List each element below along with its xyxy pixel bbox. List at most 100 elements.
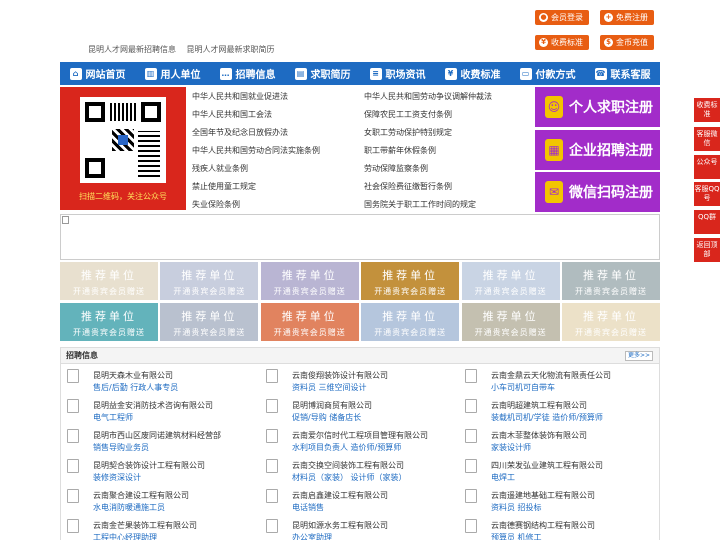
- recommend-slot[interactable]: 推荐单位 开通贵宾会员赠送: [60, 303, 158, 341]
- job-positions-link[interactable]: 工程中心经理助理: [93, 532, 157, 540]
- company-name-link[interactable]: 云南遥建地基础工程有限公司: [491, 490, 595, 501]
- recommend-slot[interactable]: 推荐单位 开通贵宾会员赠送: [260, 262, 359, 300]
- nav-contact[interactable]: ☎ 联系客服: [585, 62, 660, 85]
- side-float-button[interactable]: 收费标准: [694, 98, 720, 122]
- company-logo[interactable]: [465, 519, 477, 533]
- company-logo[interactable]: [465, 459, 477, 473]
- company-name-link[interactable]: 云南金芒果装饰工程有限公司: [93, 520, 197, 531]
- law-link[interactable]: 失业保险条例: [192, 199, 240, 210]
- job-positions-link[interactable]: 预算员 机修工: [491, 532, 542, 540]
- law-link[interactable]: 女职工劳动保护特别规定: [364, 127, 452, 138]
- nav-resumes[interactable]: ▤ 求职简历: [285, 62, 360, 85]
- job-positions-link[interactable]: 办公室助理: [292, 532, 332, 540]
- nav-payment[interactable]: ▭ 付款方式: [510, 62, 585, 85]
- company-name-link[interactable]: 昆明博润商贸有限公司: [292, 400, 372, 411]
- law-link[interactable]: 中华人民共和国就业促进法: [192, 91, 288, 102]
- pricing-button[interactable]: ¥ 收费标准: [535, 35, 589, 50]
- law-link[interactable]: 中华人民共和国劳动争议调解仲裁法: [364, 91, 492, 102]
- company-name-link[interactable]: 云南启鑫建设工程有限公司: [292, 490, 388, 501]
- job-positions-link[interactable]: 水利项目负责人 造价师/预算师: [292, 442, 401, 453]
- job-positions-link[interactable]: 装修资深设计: [93, 472, 141, 483]
- law-link[interactable]: 社会保险费征缴暂行条例: [364, 181, 452, 192]
- job-positions-link[interactable]: 电话销售: [292, 502, 324, 513]
- company-name-link[interactable]: 四川荣发弘业建筑工程有限公司: [491, 460, 603, 471]
- company-logo[interactable]: [266, 459, 278, 473]
- wechat-register-button[interactable]: ✉ 微信扫码注册: [535, 172, 660, 212]
- recommend-slot[interactable]: 推荐单位 开通贵宾会员赠送: [160, 262, 259, 300]
- company-name-link[interactable]: 云南聚合建设工程有限公司: [93, 490, 189, 501]
- company-logo[interactable]: [266, 489, 278, 503]
- law-link[interactable]: 职工带薪年休假条例: [364, 145, 436, 156]
- company-name-link[interactable]: 云南木菲整体装饰有限公司: [491, 430, 587, 441]
- law-link[interactable]: 国务院关于职工工作时间的规定: [364, 199, 476, 210]
- company-logo[interactable]: [465, 489, 477, 503]
- ad-banner[interactable]: [60, 214, 660, 260]
- more-link[interactable]: 更多>>: [624, 351, 653, 361]
- recommend-slot[interactable]: 推荐单位 开通贵宾会员赠送: [461, 262, 560, 300]
- nav-jobs[interactable]: … 招聘信息: [210, 62, 285, 85]
- job-positions-link[interactable]: 电焊工: [491, 472, 515, 483]
- recommend-slot[interactable]: 推荐单位 开通贵宾会员赠送: [361, 303, 460, 341]
- recommend-slot[interactable]: 推荐单位 开通贵宾会员赠送: [562, 303, 660, 341]
- register-button[interactable]: + 免费注册: [600, 10, 654, 25]
- company-register-button[interactable]: ▦ 企业招聘注册: [535, 130, 660, 170]
- company-name-link[interactable]: 云南交换空间装饰工程有限公司: [292, 460, 404, 471]
- recharge-button[interactable]: $ 金币充值: [600, 35, 654, 50]
- company-name-link[interactable]: 云南俊翔装饰设计有限公司: [292, 370, 388, 381]
- company-name-link[interactable]: 昆明契合装饰设计工程有限公司: [93, 460, 205, 471]
- latest-resumes-link[interactable]: 昆明人才网最新求职简历: [187, 45, 275, 54]
- side-float-button[interactable]: 公众号: [694, 155, 720, 179]
- recommend-slot[interactable]: 推荐单位 开通贵宾会员赠送: [260, 303, 359, 341]
- law-link[interactable]: 中华人民共和国工会法: [192, 109, 272, 120]
- law-link[interactable]: 劳动保障监察条例: [364, 163, 428, 174]
- job-positions-link[interactable]: 装载机司机/学徒 造价师/预算师: [491, 412, 603, 423]
- company-logo[interactable]: [67, 489, 79, 503]
- company-logo[interactable]: [266, 429, 278, 443]
- company-logo[interactable]: [465, 369, 477, 383]
- company-name-link[interactable]: 昆明如源水务工程有限公司: [292, 520, 388, 531]
- company-name-link[interactable]: 云南明超建筑工程有限公司: [491, 400, 587, 411]
- company-name-link[interactable]: 云南爱尔信时代工程项目管理有限公司: [292, 430, 428, 441]
- nav-home[interactable]: ⌂ 网站首页: [60, 62, 135, 85]
- company-name-link[interactable]: 云南金鼎云天化物流有限责任公司: [491, 370, 611, 381]
- job-positions-link[interactable]: 家装设计师: [491, 442, 531, 453]
- law-link[interactable]: 中华人民共和国劳动合同法实施条例: [192, 145, 320, 156]
- company-logo[interactable]: [67, 399, 79, 413]
- company-logo[interactable]: [67, 429, 79, 443]
- job-positions-link[interactable]: 促销/导购 储备店长: [292, 412, 361, 423]
- recommend-slot[interactable]: 推荐单位 开通贵宾会员赠送: [461, 303, 560, 341]
- side-float-button[interactable]: 客服QQ号: [694, 182, 720, 206]
- company-logo[interactable]: [266, 519, 278, 533]
- company-logo[interactable]: [266, 369, 278, 383]
- law-link[interactable]: 禁止使用童工规定: [192, 181, 256, 192]
- job-positions-link[interactable]: 资料员 招投标: [491, 502, 542, 513]
- job-positions-link[interactable]: 小车司机可自带车: [491, 382, 555, 393]
- recommend-slot[interactable]: 推荐单位 开通贵宾会员赠送: [562, 262, 660, 300]
- job-seeker-register-button[interactable]: ☺ 个人求职注册: [535, 87, 660, 127]
- company-logo[interactable]: [465, 429, 477, 443]
- company-logo[interactable]: [67, 459, 79, 473]
- recommend-slot[interactable]: 推荐单位 开通贵宾会员赠送: [361, 262, 460, 300]
- job-positions-link[interactable]: 销售导购业务员: [93, 442, 149, 453]
- company-name-link[interactable]: 昆明市西山区废同诺建筑材料经营部: [93, 430, 221, 441]
- law-link[interactable]: 残疾人就业条例: [192, 163, 248, 174]
- job-positions-link[interactable]: 售后/后勤 行政人事专员: [93, 382, 178, 393]
- job-positions-link[interactable]: 材料员（家装） 设计师（家装）: [292, 472, 407, 483]
- job-positions-link[interactable]: 电气工程师: [93, 412, 133, 423]
- latest-jobs-link[interactable]: 昆明人才网最新招聘信息: [88, 45, 176, 54]
- law-link[interactable]: 全国年节及纪念日放假办法: [192, 127, 288, 138]
- company-name-link[interactable]: 昆明益金安消防技术咨询有限公司: [93, 400, 213, 411]
- recommend-slot[interactable]: 推荐单位 开通贵宾会员赠送: [60, 262, 158, 300]
- job-positions-link[interactable]: 资料员 三维空间设计: [292, 382, 367, 393]
- nav-employers[interactable]: ▥ 用人单位: [135, 62, 210, 85]
- side-float-button[interactable]: 返回顶部: [694, 238, 720, 262]
- company-name-link[interactable]: 云南德赛钢结构工程有限公司: [491, 520, 595, 531]
- side-float-button[interactable]: 客服微信: [694, 127, 720, 151]
- nav-news[interactable]: ≡ 职场资讯: [360, 62, 435, 85]
- company-logo[interactable]: [67, 369, 79, 383]
- company-name-link[interactable]: 昆明天森木业有限公司: [93, 370, 173, 381]
- login-button[interactable]: ● 会员登录: [535, 10, 589, 25]
- nav-pricing[interactable]: ¥ 收费标准: [435, 62, 510, 85]
- job-positions-link[interactable]: 水电消防暖通施工员: [93, 502, 165, 513]
- company-logo[interactable]: [465, 399, 477, 413]
